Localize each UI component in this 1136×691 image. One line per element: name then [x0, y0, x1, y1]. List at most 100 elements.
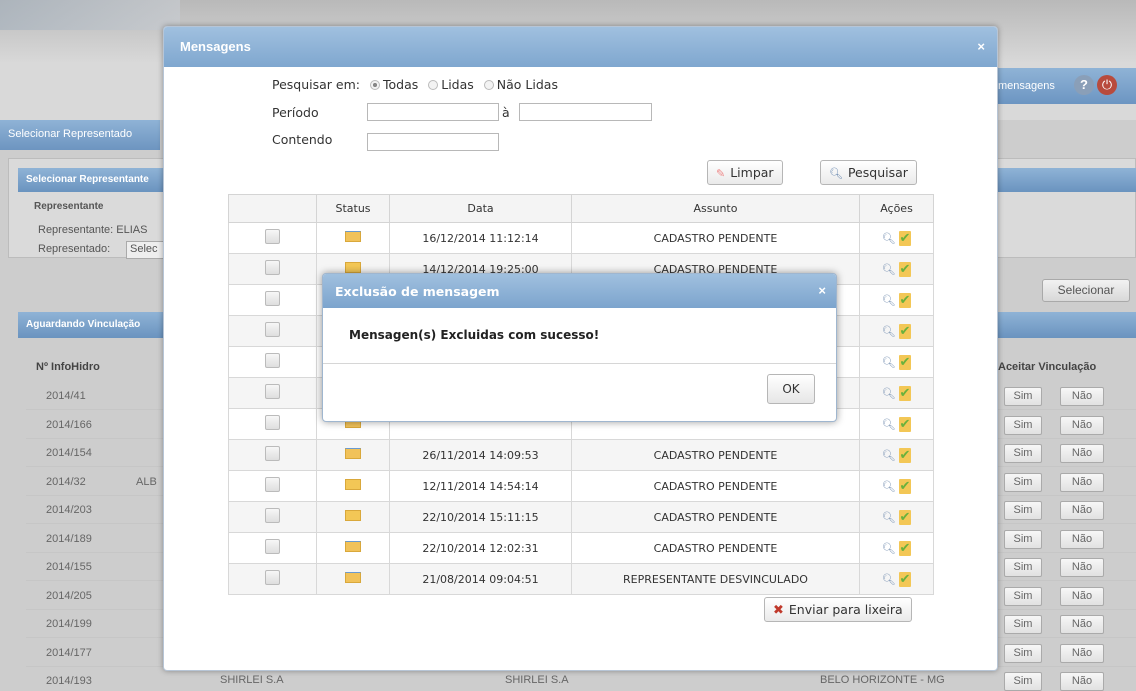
approve-icon[interactable]: ✔: [898, 509, 912, 525]
subject-cell: CADASTRO PENDENTE: [571, 222, 860, 254]
nao-button[interactable]: Não: [1060, 529, 1104, 549]
power-icon[interactable]: ⏻: [1097, 75, 1117, 95]
nao-button[interactable]: Não: [1060, 615, 1104, 634]
sim-button[interactable]: Sim: [1004, 558, 1042, 577]
approve-icon[interactable]: ✔: [898, 354, 912, 370]
table-row: 22/10/2014 15:11:15 CADASTRO PENDENTE 🔍︎ ✔: [228, 501, 934, 533]
select-cell: [228, 501, 317, 533]
view-icon[interactable]: 🔍︎: [882, 573, 896, 586]
view-icon[interactable]: 🔍︎: [882, 232, 896, 245]
send-trash-button[interactable]: ✖ Enviar para lixeira: [764, 597, 912, 622]
column-header-actions: Ações: [859, 194, 934, 223]
column-header-numero: Nº InfoHidro: [36, 361, 100, 373]
view-icon[interactable]: 🔍︎: [882, 294, 896, 307]
date-cell: 22/10/2014 15:11:15: [389, 501, 572, 533]
nao-button[interactable]: Não: [1060, 387, 1104, 406]
nao-button[interactable]: Não: [1060, 643, 1104, 663]
sim-button[interactable]: Sim: [1004, 387, 1042, 406]
contains-field[interactable]: [367, 133, 499, 151]
row-checkbox[interactable]: [265, 229, 280, 244]
sim-button[interactable]: Sim: [1004, 643, 1042, 663]
search-button-label: Pesquisar: [847, 165, 908, 180]
period-end-field[interactable]: [519, 103, 652, 121]
radio-todas[interactable]: [369, 80, 380, 90]
close-icon[interactable]: ×: [977, 39, 985, 54]
nao-button[interactable]: Não: [1060, 415, 1104, 435]
alert-title: Exclusão de mensagem: [323, 274, 836, 308]
tab-selecionar-representado[interactable]: Selecionar Representado: [0, 120, 160, 150]
approve-icon[interactable]: ✔: [898, 323, 912, 339]
sim-button[interactable]: Sim: [1004, 615, 1042, 634]
ok-button[interactable]: OK: [767, 374, 815, 404]
view-icon[interactable]: 🔍︎: [882, 418, 896, 431]
help-icon[interactable]: ?: [1074, 75, 1094, 95]
row-checkbox[interactable]: [265, 415, 280, 430]
sim-button[interactable]: Sim: [1004, 529, 1042, 549]
clear-button[interactable]: ✎ Limpar: [707, 160, 783, 185]
representante-label: Representante: ELIAS: [38, 224, 148, 236]
sim-button[interactable]: Sim: [1004, 415, 1042, 435]
sim-button[interactable]: Sim: [1004, 444, 1042, 463]
period-start-field[interactable]: [367, 103, 499, 121]
view-icon[interactable]: 🔍︎: [882, 449, 896, 462]
messages-link[interactable]: mensagens: [998, 80, 1055, 92]
view-icon[interactable]: 🔍︎: [882, 263, 896, 276]
status-cell: [316, 470, 390, 502]
actions-cell: 🔍︎ ✔: [859, 470, 934, 502]
view-icon[interactable]: 🔍︎: [882, 387, 896, 400]
row-checkbox[interactable]: [265, 477, 280, 492]
row-checkbox[interactable]: [265, 291, 280, 306]
approve-icon[interactable]: ✔: [898, 385, 912, 401]
row-checkbox[interactable]: [265, 570, 280, 585]
approve-icon[interactable]: ✔: [898, 478, 912, 494]
row-extra: ALB: [136, 475, 157, 488]
sim-button[interactable]: Sim: [1004, 501, 1042, 520]
dialog-title: Mensagens: [164, 27, 997, 67]
column-header-select: [228, 194, 317, 223]
row-checkbox[interactable]: [265, 508, 280, 523]
view-icon[interactable]: 🔍︎: [882, 356, 896, 369]
column-header-subject: Assunto: [571, 194, 860, 223]
subject-cell: CADASTRO PENDENTE: [571, 501, 860, 533]
view-icon[interactable]: 🔍︎: [882, 480, 896, 493]
select-cell: [228, 253, 317, 285]
sim-button[interactable]: Sim: [1004, 472, 1042, 492]
alert-close-icon[interactable]: ×: [818, 283, 826, 298]
radio-lidas[interactable]: [428, 80, 439, 90]
nao-button[interactable]: Não: [1060, 444, 1104, 463]
logo: [0, 0, 180, 30]
row-checkbox[interactable]: [265, 446, 280, 461]
approve-icon[interactable]: ✔: [898, 292, 912, 308]
row-checkbox[interactable]: [265, 353, 280, 368]
nao-button[interactable]: Não: [1060, 586, 1104, 606]
select-cell: [228, 315, 317, 347]
radio-nao-lidas[interactable]: [483, 80, 494, 90]
representado-select[interactable]: Selec: [126, 241, 166, 259]
view-icon[interactable]: 🔍︎: [882, 325, 896, 338]
envelope-icon: [345, 479, 361, 490]
selecionar-button[interactable]: Selecionar: [1042, 279, 1130, 302]
nao-button[interactable]: Não: [1060, 501, 1104, 520]
row-number: 2014/32: [46, 475, 86, 488]
approve-icon[interactable]: ✔: [898, 261, 912, 277]
approve-icon[interactable]: ✔: [898, 447, 912, 463]
approve-icon[interactable]: ✔: [898, 230, 912, 246]
row-checkbox[interactable]: [265, 322, 280, 337]
actions-cell: 🔍︎ ✔: [859, 563, 934, 595]
approve-icon[interactable]: ✔: [898, 540, 912, 556]
nao-button[interactable]: Não: [1060, 558, 1104, 577]
date-cell: 16/12/2014 11:12:14: [389, 222, 572, 254]
sim-button[interactable]: Sim: [1004, 586, 1042, 606]
row-checkbox[interactable]: [265, 260, 280, 275]
nao-button[interactable]: Não: [1060, 472, 1104, 492]
view-icon[interactable]: 🔍︎: [882, 542, 896, 555]
row-checkbox[interactable]: [265, 384, 280, 399]
approve-icon[interactable]: ✔: [898, 416, 912, 432]
search-button[interactable]: 🔍︎ Pesquisar: [820, 160, 917, 185]
approve-icon[interactable]: ✔: [898, 571, 912, 587]
view-icon[interactable]: 🔍︎: [882, 511, 896, 524]
row-checkbox[interactable]: [265, 539, 280, 554]
contains-label: Contendo: [272, 132, 333, 147]
period-to: à: [502, 105, 510, 120]
period-label: Período: [272, 105, 319, 120]
